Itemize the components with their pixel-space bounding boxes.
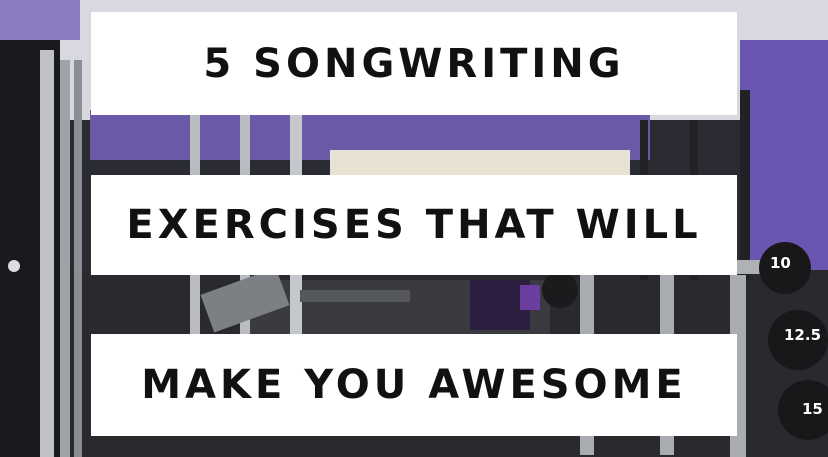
headline-banner-2: EXERCISES THAT WILL xyxy=(91,175,737,275)
plate-label-12-5: 12.5 xyxy=(784,326,821,344)
plate-label-10: 10 xyxy=(770,254,791,272)
headline-line-2: EXERCISES THAT WILL xyxy=(126,202,702,248)
headline-banner-3: MAKE YOU AWESOME xyxy=(91,334,737,436)
promo-image: 10 12.5 15 5 SONGWRITING EXERCISES THAT … xyxy=(0,0,828,457)
headline-line-3: MAKE YOU AWESOME xyxy=(141,362,687,408)
plate-label-15: 15 xyxy=(802,400,823,418)
headline-banner-1: 5 SONGWRITING xyxy=(91,12,737,115)
headline-line-1: 5 SONGWRITING xyxy=(203,40,625,87)
